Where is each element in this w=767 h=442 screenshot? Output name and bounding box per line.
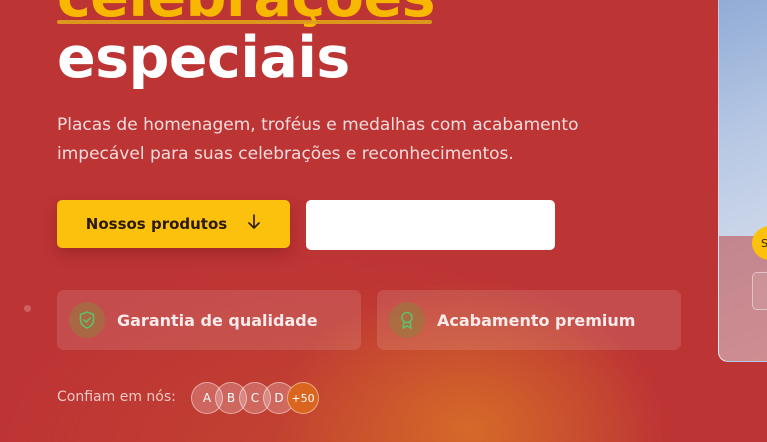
feature-quality: Garantia de qualidade	[57, 290, 361, 350]
trust-label: Confiam em nós:	[57, 389, 176, 405]
slider-dot[interactable]	[24, 305, 31, 312]
our-products-label: Nossos produtos	[85, 215, 228, 233]
image-card-box[interactable]	[752, 272, 767, 310]
avatar-more-count: +50	[287, 382, 319, 414]
hero-description: Placas de homenagem, troféus e medalhas …	[57, 115, 579, 164]
shield-check-icon	[69, 302, 105, 338]
hero-title-line2: especiais	[57, 25, 350, 91]
award-ribbon-icon	[389, 302, 425, 338]
feature-quality-label: Garantia de qualidade	[117, 310, 318, 330]
arrow-down-icon	[247, 213, 261, 233]
our-products-button[interactable]: Nossos produtos	[57, 200, 290, 248]
title-underline	[57, 20, 432, 24]
hero-image-card: S	[718, 0, 767, 362]
feature-premium-label: Acabamento premium	[437, 310, 636, 330]
secondary-button[interactable]	[306, 200, 555, 250]
feature-premium: Acabamento premium	[377, 290, 681, 350]
